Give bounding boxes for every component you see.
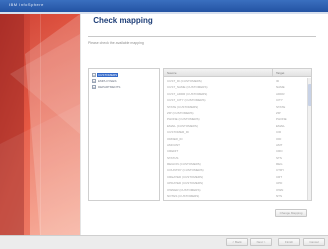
source-cell: ORDER_ID — [167, 136, 183, 141]
target-cell: OWN — [276, 187, 284, 192]
back-button[interactable]: < Back — [226, 238, 248, 246]
target-cell: NAME — [276, 85, 285, 90]
source-cell: CUSTOMER_ID — [167, 130, 189, 135]
source-cell: ZIP (CUSTOMERS) — [167, 110, 194, 115]
table-scrollbar[interactable] — [307, 78, 311, 200]
target-cell: EMAIL — [276, 123, 286, 128]
window-title: IBM InfoSphere — [9, 2, 44, 7]
scrollbar-thumb[interactable] — [308, 84, 311, 106]
source-cell: CUST_CITY (CUSTOMERS) — [167, 98, 206, 103]
source-cell: REGION (CUSTOMERS) — [167, 162, 201, 167]
source-cell: EMAIL (CUSTOMERS) — [167, 123, 198, 128]
target-cell: CTRY — [276, 168, 285, 173]
target-cell: STS — [276, 155, 282, 160]
expand-icon[interactable]: + — [92, 85, 96, 89]
source-cell: CREATED (CUSTOMERS) — [167, 174, 204, 179]
target-cell: UPD — [276, 181, 283, 186]
page-title: Check mapping — [93, 16, 153, 25]
title-separator — [88, 36, 316, 37]
target-cell: REG — [276, 162, 283, 167]
column-header-target[interactable]: Target — [276, 71, 284, 75]
finish-button[interactable]: Finish — [278, 238, 300, 246]
source-cell: COUNTRY (CUSTOMERS) — [167, 168, 204, 173]
target-cell: CITY — [276, 98, 283, 103]
window-titlebar: IBM InfoSphere — [0, 0, 328, 12]
table-header: Source Target — [164, 69, 311, 77]
target-cell: CID — [276, 130, 282, 135]
tree-item-employees[interactable]: + EMPLOYEES — [92, 79, 118, 83]
target-cell: ADDR — [276, 91, 285, 96]
source-cell: UPDATED (CUSTOMERS) — [167, 181, 204, 186]
source-cell: CREDIT — [167, 149, 179, 154]
target-cell: CRT — [276, 174, 283, 179]
source-cell: CUST_ID (CUSTOMERS) — [167, 79, 202, 83]
target-cell: PHONE — [276, 117, 287, 122]
target-cell: AMT — [276, 142, 283, 147]
wizard-side-graphic — [0, 14, 80, 235]
source-cell: STATUS — [167, 155, 179, 160]
table-body: CUST_ID (CUSTOMERS) ID CUST_NAME (CUSTOME… — [164, 78, 306, 199]
source-cell: NOTES (CUSTOMERS) — [167, 194, 200, 199]
source-cell: CUST_NAME (CUSTOMERS) — [167, 85, 208, 90]
column-header-source[interactable]: Source — [167, 71, 177, 75]
column-divider[interactable] — [272, 69, 273, 77]
source-cell: PHONE (CUSTOMERS) — [167, 117, 200, 122]
target-cell: ZIP — [276, 110, 281, 115]
cancel-button[interactable]: Cancel — [303, 238, 325, 246]
tree-item-label: DEPARTMENTS — [98, 85, 121, 89]
tree-item-customers[interactable]: + CUSTOMERS — [92, 73, 119, 77]
table-row[interactable]: NOTES (CUSTOMERS) NTS — [164, 193, 306, 199]
instruction-text: Please check the available mapping — [88, 41, 144, 45]
source-cell: STATE (CUSTOMERS) — [167, 104, 199, 109]
mapping-table[interactable]: Source Target CUST_ID (CUSTOMERS) ID CUST… — [163, 68, 312, 201]
target-cell: CRD — [276, 149, 283, 154]
target-cell: OID — [276, 136, 282, 141]
change-mapping-button[interactable]: Change Mapping — [275, 209, 307, 217]
tree-item-departments[interactable]: + DEPARTMENTS — [92, 85, 121, 89]
source-cell: AMOUNT — [167, 142, 180, 147]
source-cell: OWNER (CUSTOMERS) — [167, 187, 201, 192]
table-tree[interactable]: + CUSTOMERS + EMPLOYEES + DEPARTMENTS — [88, 68, 160, 201]
target-cell: STATE — [276, 104, 286, 109]
tree-item-label: CUSTOMERS — [97, 73, 119, 77]
expand-icon[interactable]: + — [92, 73, 96, 77]
source-cell: CUST_ADDR (CUSTOMERS) — [167, 91, 208, 96]
next-button[interactable]: Next > — [250, 238, 272, 246]
expand-icon[interactable]: + — [92, 79, 96, 83]
target-cell: ID — [276, 79, 279, 83]
target-cell: NTS — [276, 194, 282, 199]
tree-item-label: EMPLOYEES — [98, 79, 117, 83]
